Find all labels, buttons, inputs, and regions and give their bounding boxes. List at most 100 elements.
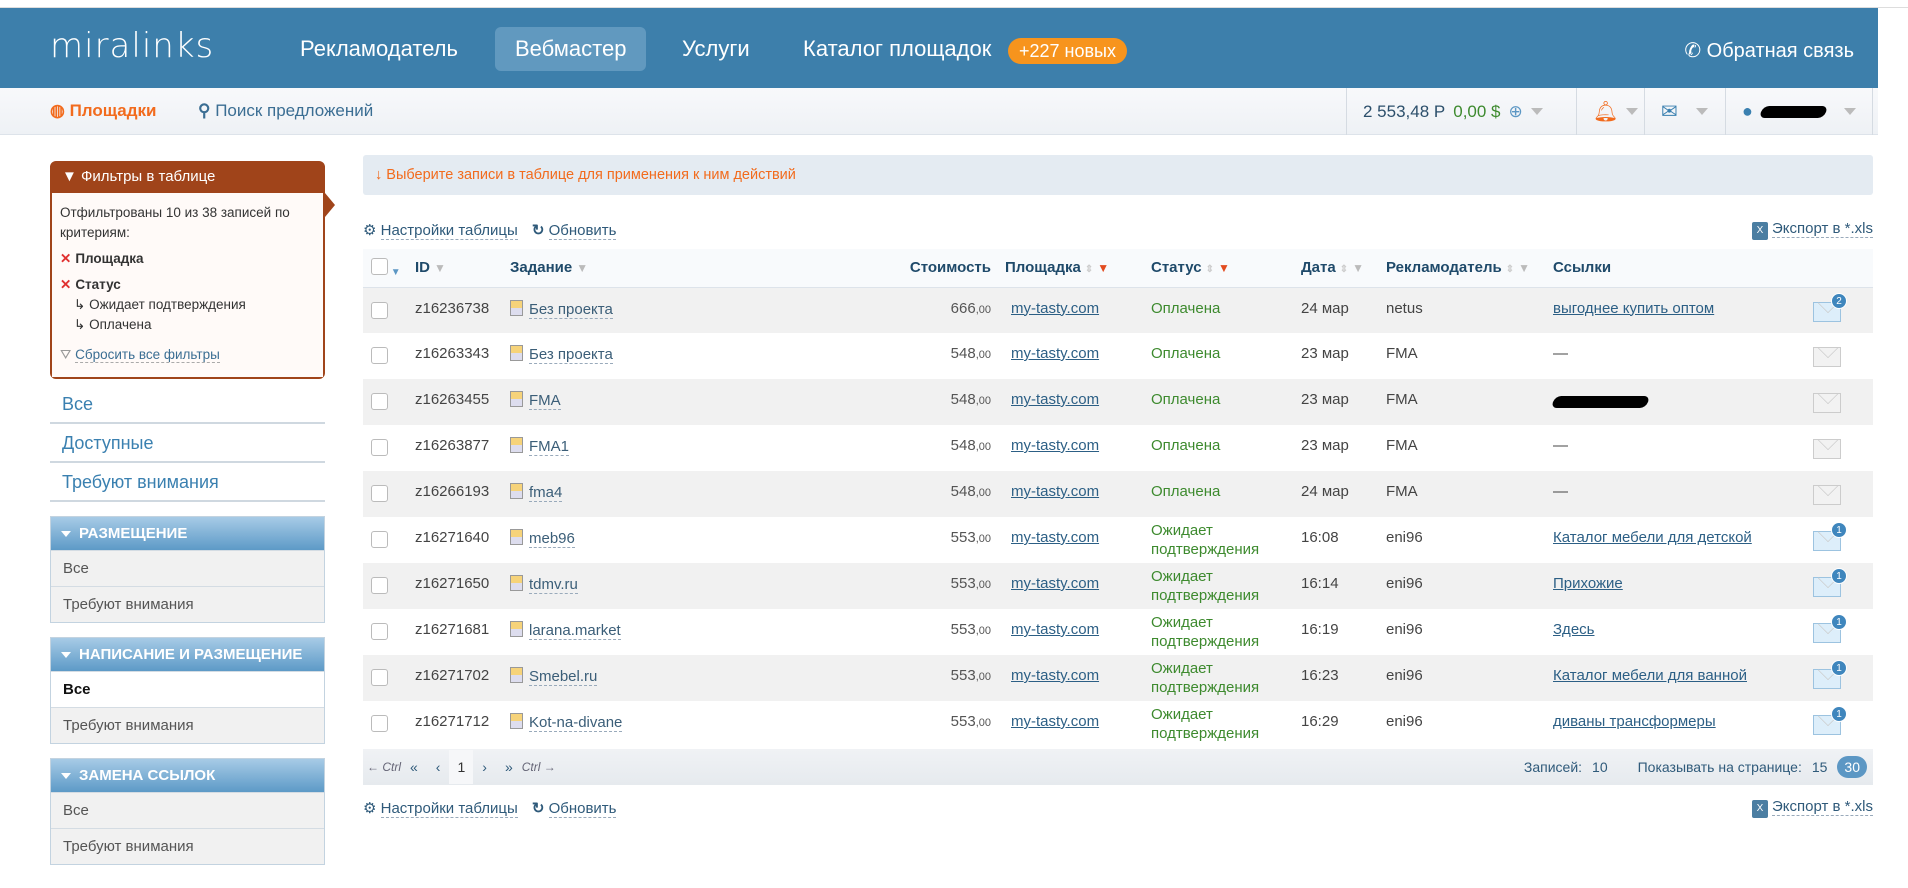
site-link[interactable]: my-tasty.com	[1011, 391, 1099, 408]
site-link[interactable]: my-tasty.com	[1011, 300, 1099, 317]
remove-icon[interactable]: ✕	[60, 277, 71, 292]
messages-menu[interactable]: ✉	[1644, 88, 1725, 135]
table-settings-button[interactable]: ⚙ Настройки таблицы	[363, 799, 518, 818]
row-checkbox[interactable]	[371, 531, 388, 548]
sort-icon[interactable]: ⇕	[1506, 264, 1514, 275]
task-link[interactable]: meb96	[529, 530, 575, 548]
row-checkbox[interactable]	[371, 439, 388, 456]
col-advertiser[interactable]: Рекламодатель ⇕ ▼	[1386, 249, 1553, 288]
row-checkbox[interactable]	[371, 577, 388, 594]
site-link[interactable]: my-tasty.com	[1011, 713, 1099, 730]
sort-icon[interactable]: ⇕	[1206, 264, 1214, 275]
export-xls-button[interactable]: X Экспорт в *.xls	[1751, 798, 1873, 818]
sort-icon[interactable]: ⇕	[1340, 264, 1348, 275]
anchor-link[interactable]: выгоднее купить оптом	[1553, 300, 1714, 317]
sites-link[interactable]: ◍ Площадки	[50, 101, 157, 121]
nav-catalog[interactable]: Каталог площадок	[783, 27, 1011, 71]
anchor-link[interactable]: Прихожие	[1553, 575, 1623, 592]
reset-filters[interactable]: ⛛ Сбросить все фильтры	[60, 345, 315, 365]
filter-icon[interactable]: ▼	[434, 261, 446, 275]
per-page-30[interactable]: 30	[1837, 756, 1867, 778]
section-item-all[interactable]: Все	[51, 792, 324, 828]
task-link[interactable]: Kot-na-divane	[529, 714, 623, 732]
select-all-checkbox[interactable]	[371, 258, 388, 276]
table-settings-button[interactable]: ⚙ Настройки таблицы	[363, 221, 518, 240]
task-link[interactable]: FMA	[529, 392, 561, 410]
filter-icon[interactable]: ▼	[1518, 261, 1530, 275]
site-link[interactable]: my-tasty.com	[1011, 575, 1099, 592]
envelope-icon[interactable]	[1813, 485, 1841, 505]
filter-icon[interactable]: ▼	[576, 261, 588, 275]
criterion-status[interactable]: ✕ Статус	[60, 275, 315, 295]
section-item-attention[interactable]: Требуют внимания	[51, 586, 324, 622]
site-link[interactable]: my-tasty.com	[1011, 483, 1099, 500]
row-checkbox[interactable]	[371, 715, 388, 732]
task-link[interactable]: larana.market	[529, 622, 621, 640]
new-sites-badge[interactable]: +227 новых	[1008, 38, 1127, 64]
site-link[interactable]: my-tasty.com	[1011, 621, 1099, 638]
envelope-icon[interactable]	[1813, 347, 1841, 367]
section-item-all[interactable]: Все	[51, 550, 324, 586]
site-link[interactable]: my-tasty.com	[1011, 667, 1099, 684]
row-checkbox[interactable]	[371, 393, 388, 410]
section-header[interactable]: РАЗМЕЩЕНИЕ	[51, 517, 324, 550]
envelope-icon[interactable]: 1	[1813, 522, 1847, 551]
anchor-link[interactable]: Каталог мебели для ванной	[1553, 667, 1747, 684]
search-offers-link[interactable]: ⚲ Поиск предложений	[198, 101, 373, 121]
task-link[interactable]: FMA1	[529, 438, 570, 456]
per-page-15[interactable]: 15	[1812, 759, 1828, 775]
sidebar-link-attention[interactable]: Требуют внимания	[50, 463, 325, 502]
col-price[interactable]: Стоимость	[785, 249, 1005, 288]
refresh-button[interactable]: ↻ Обновить	[532, 799, 617, 818]
remove-icon[interactable]: ✕	[60, 251, 71, 266]
section-item-all[interactable]: Все	[51, 671, 324, 707]
task-link[interactable]: tdmv.ru	[529, 576, 578, 594]
anchor-link[interactable]: Здесь	[1553, 621, 1594, 638]
logo[interactable]: miralinks	[50, 26, 214, 66]
nav-services[interactable]: Услуги	[662, 27, 770, 71]
sort-icon[interactable]: ⇕	[1085, 264, 1093, 275]
anchor-link[interactable]: Каталог мебели для детской	[1553, 529, 1752, 546]
row-checkbox[interactable]	[371, 669, 388, 686]
envelope-icon[interactable]: 1	[1813, 706, 1847, 735]
col-id[interactable]: ID ▼	[415, 249, 510, 288]
refresh-button[interactable]: ↻ Обновить	[532, 221, 617, 240]
envelope-icon[interactable]: 1	[1813, 568, 1847, 597]
anchor-link[interactable]: диваны трансформеры	[1553, 713, 1716, 730]
envelope-icon[interactable]	[1813, 439, 1841, 459]
user-menu[interactable]: ●	[1725, 88, 1873, 135]
feedback-link[interactable]: ✆ Обратная связь	[1684, 38, 1854, 63]
envelope-icon[interactable]: 1	[1813, 614, 1847, 643]
envelope-icon[interactable]	[1813, 393, 1841, 413]
filter-icon[interactable]: ▼	[1352, 261, 1364, 275]
col-status[interactable]: Статус ⇕ ▼	[1151, 249, 1301, 288]
row-checkbox[interactable]	[371, 347, 388, 364]
site-link[interactable]: my-tasty.com	[1011, 529, 1099, 546]
task-link[interactable]: Smebel.ru	[529, 668, 598, 686]
section-item-attention[interactable]: Требуют внимания	[51, 707, 324, 743]
col-task[interactable]: Задание ▼	[510, 249, 785, 288]
col-date[interactable]: Дата ⇕ ▼	[1301, 249, 1386, 288]
balance-menu[interactable]: 2 553,48 Р 0,00 $ ⊕	[1346, 88, 1576, 135]
row-checkbox[interactable]	[371, 301, 388, 319]
nav-webmaster[interactable]: Вебмастер	[495, 27, 647, 71]
row-checkbox[interactable]	[371, 485, 388, 502]
col-site[interactable]: Площадка ⇕ ▼	[1005, 249, 1151, 288]
export-xls-button[interactable]: X Экспорт в *.xls	[1751, 220, 1873, 240]
sidebar-link-all[interactable]: Все	[50, 385, 325, 424]
nav-advertiser[interactable]: Рекламодатель	[280, 27, 478, 71]
filter-active-icon[interactable]: ▼	[1218, 261, 1230, 275]
site-link[interactable]: my-tasty.com	[1011, 345, 1099, 362]
sidebar-link-available[interactable]: Доступные	[50, 424, 325, 463]
current-page[interactable]: 1	[449, 750, 474, 784]
prev-page-button[interactable]: ‹	[436, 759, 441, 775]
site-link[interactable]: my-tasty.com	[1011, 437, 1099, 454]
filter-active-icon[interactable]: ▼	[1097, 261, 1109, 275]
add-funds-icon[interactable]: ⊕	[1509, 102, 1523, 122]
section-header[interactable]: НАПИСАНИЕ И РАЗМЕЩЕНИЕ	[51, 638, 324, 671]
select-all[interactable]: ▼	[363, 249, 415, 288]
task-link[interactable]: fma4	[529, 484, 563, 502]
section-header[interactable]: ЗАМЕНА ССЫЛОК	[51, 759, 324, 792]
task-link[interactable]: Без проекта	[529, 346, 613, 364]
envelope-icon[interactable]: 2	[1813, 292, 1847, 322]
